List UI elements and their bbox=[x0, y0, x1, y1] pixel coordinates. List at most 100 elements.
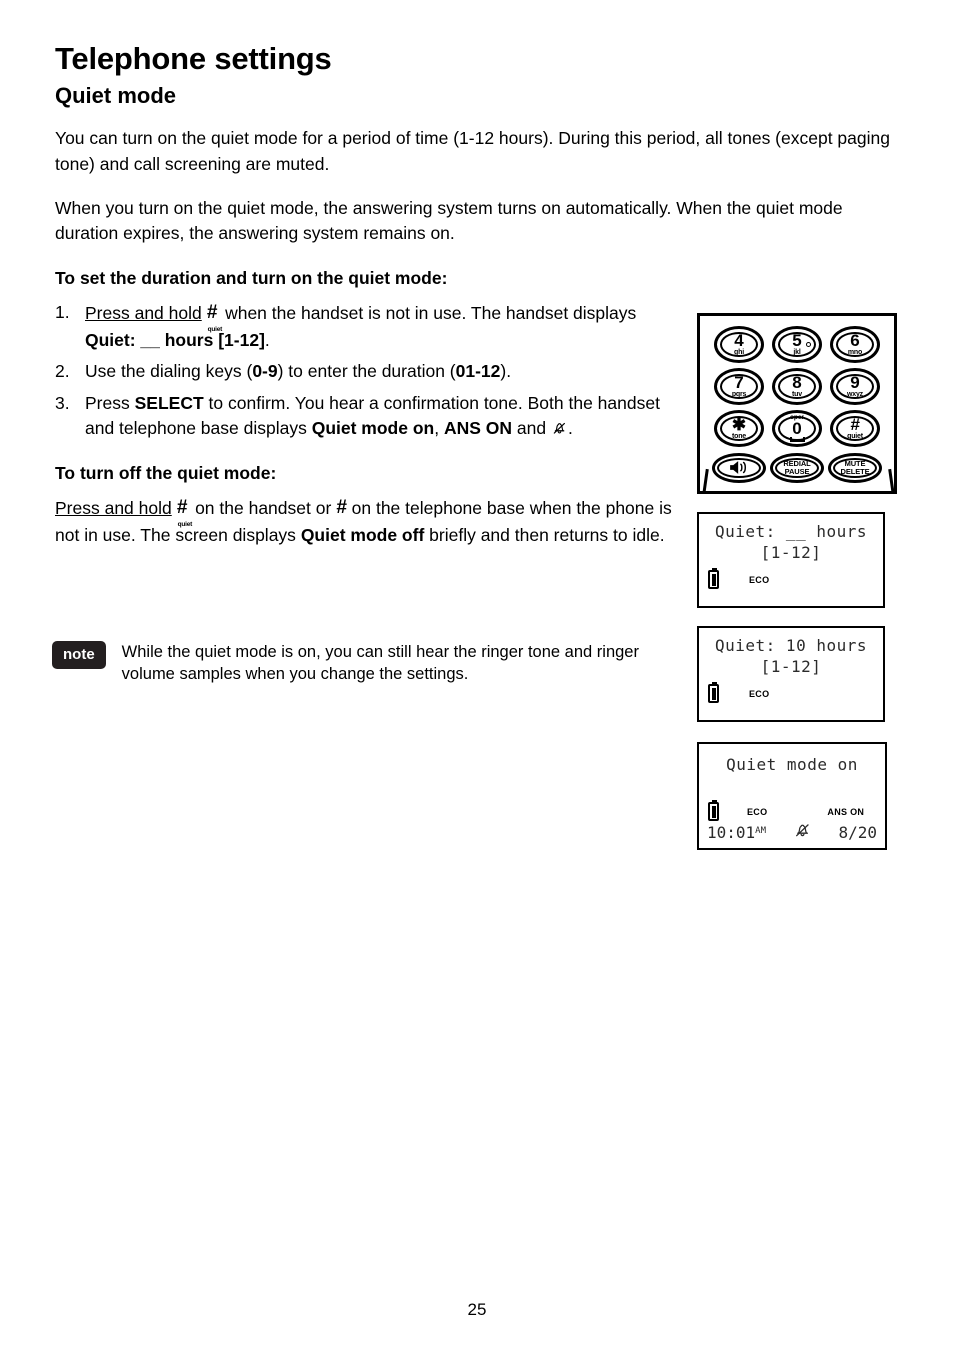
step-3-bold-ans-on: ANS ON bbox=[443, 418, 513, 439]
step-1-text-a: Press and hold bbox=[85, 302, 202, 323]
lcd-screen-1: Quiet: __ hours [1-12] ECO bbox=[697, 512, 885, 608]
note-text: While the quiet mode is on, you can stil… bbox=[121, 643, 639, 684]
keypad-key-0: oper 0 bbox=[772, 410, 822, 447]
battery-icon bbox=[708, 568, 719, 589]
lcd-screen-2: Quiet: 10 hours [1-12] ECO bbox=[697, 626, 885, 722]
text-column: Telephone settings Quiet mode You can tu… bbox=[55, 41, 890, 548]
set-duration-heading: To set the duration and turn on the quie… bbox=[55, 268, 448, 289]
turn-off-paragraph: Press and hold # quiet on the handset or … bbox=[55, 495, 695, 549]
lcd-3-bottom-row: 10:01AM 8/20 bbox=[699, 821, 885, 843]
step-2-text-a: Use the dialing keys ( bbox=[85, 361, 253, 382]
key-digit: 9 bbox=[850, 372, 860, 392]
turn-off-bold-display: Quiet mode off bbox=[300, 524, 425, 545]
keypad-diagram: 4 ghi 5 jkl 6 mno 7 pqrs 8 tuv 9 wxyz ✱ … bbox=[697, 313, 897, 494]
intro-paragraph-2: When you turn on the quiet mode, the ans… bbox=[55, 197, 843, 244]
lcd-1-line-1: Quiet: __ hours bbox=[715, 522, 867, 541]
note-block: note While the quiet mode is on, you can… bbox=[52, 641, 672, 686]
keypad-key-6: 6 mno bbox=[830, 326, 880, 363]
set-duration-steps: 1. Press and hold # quiet when the handset… bbox=[55, 300, 675, 442]
page-title: Telephone settings bbox=[55, 41, 332, 76]
key-digit: 8 bbox=[792, 372, 802, 392]
lcd-1-line-2: [1-12] bbox=[760, 542, 822, 562]
key-letters: quiet bbox=[847, 433, 863, 441]
key-digit: 5 bbox=[792, 330, 802, 350]
eco-indicator: ECO bbox=[749, 574, 770, 585]
message-count: 8/20 bbox=[838, 822, 877, 842]
key-digit: 4 bbox=[734, 330, 744, 350]
key-letters: wxyz bbox=[847, 391, 863, 399]
key-letters: ghi bbox=[734, 349, 744, 357]
document-page: Telephone settings Quiet mode You can tu… bbox=[0, 0, 954, 1354]
lcd-2-status-row: ECO bbox=[699, 682, 883, 703]
step-3-text-d: . bbox=[567, 418, 573, 439]
bell-crossed-icon bbox=[551, 418, 568, 434]
keypad-key-7: 7 pqrs bbox=[714, 368, 764, 405]
illustration-column: 4 ghi 5 jkl 6 mno 7 pqrs 8 tuv 9 wxyz ✱ … bbox=[697, 313, 909, 850]
key-letters: tuv bbox=[792, 391, 802, 399]
lcd-3-line-1: Quiet mode on bbox=[726, 755, 858, 774]
keypad-key-star: ✱ tone bbox=[714, 410, 764, 447]
battery-icon bbox=[708, 800, 719, 821]
turn-off-text-d: briefly and then returns to idle. bbox=[429, 524, 665, 545]
page-number: 25 bbox=[467, 1300, 487, 1319]
battery-icon bbox=[708, 682, 719, 703]
key-letters: mno bbox=[847, 349, 863, 357]
key-space-bar-icon bbox=[789, 436, 805, 442]
lcd-2-line-1: Quiet: 10 hours bbox=[715, 636, 867, 655]
keypad-key-hash-quiet: # quiet bbox=[830, 410, 880, 447]
mute-delete-label: MUTE DELETE bbox=[840, 459, 870, 476]
lcd-1-status-row: ECO bbox=[699, 568, 883, 589]
eco-indicator: ECO bbox=[747, 806, 768, 817]
step-3-bold-quiet-mode-on: Quiet mode on bbox=[311, 418, 435, 439]
eco-indicator: ECO bbox=[749, 688, 770, 699]
keypad-key-9: 9 wxyz bbox=[830, 368, 880, 405]
hash-key-icon: # bbox=[336, 496, 347, 518]
lcd-2-line-2: [1-12] bbox=[760, 656, 822, 676]
keypad-inner: 4 ghi 5 jkl 6 mno 7 pqrs 8 tuv 9 wxyz ✱ … bbox=[700, 316, 894, 491]
step-3-text-a: Press bbox=[85, 392, 130, 413]
ans-on-indicator: ANS ON bbox=[827, 806, 865, 817]
step-2-bold-keys: 0-9 bbox=[252, 361, 278, 382]
key-letters: jkl bbox=[793, 349, 801, 357]
step-3-number: 3. bbox=[55, 392, 70, 413]
key-digit: ✱ bbox=[731, 414, 747, 434]
key-digit: 0 bbox=[792, 418, 802, 438]
step-3-separator: , bbox=[434, 418, 440, 439]
step-2-bold-range: 01-12 bbox=[455, 361, 501, 382]
step-2-text-c: ). bbox=[500, 361, 512, 382]
key-digit: # bbox=[850, 414, 860, 434]
step-2: 2. Use the dialing keys (0-9) to enter th… bbox=[55, 359, 675, 385]
key-nib-dot-icon bbox=[806, 342, 811, 347]
lcd-screen-3: Quiet mode on ECO ANS ON 10:01AM 8/20 bbox=[697, 742, 887, 850]
key-digit: 6 bbox=[850, 330, 860, 350]
bell-crossed-icon-lcd bbox=[793, 821, 812, 843]
step-1-text-b: when the handset is not in use. The hand… bbox=[225, 302, 637, 323]
step-3-bold-select: SELECT bbox=[134, 392, 204, 413]
step-2-number: 2. bbox=[55, 361, 70, 382]
note-badge: note bbox=[52, 641, 106, 669]
turn-off-text-b: on the handset or bbox=[195, 497, 332, 518]
step-2-text-b: ) to enter the duration ( bbox=[277, 361, 456, 382]
keypad-key-4: 4 ghi bbox=[714, 326, 764, 363]
section-title: Quiet mode bbox=[55, 83, 177, 109]
step-3: 3. Press SELECT to confirm. You hear a co… bbox=[55, 391, 675, 442]
speaker-icon bbox=[727, 460, 751, 477]
redial-pause-label: REDIAL PAUSE bbox=[783, 459, 811, 476]
lcd-3-status-row: ECO ANS ON bbox=[699, 800, 885, 821]
step-1-text-c: . bbox=[264, 329, 270, 350]
step-3-text-c: and bbox=[516, 418, 547, 439]
step-1-number: 1. bbox=[55, 301, 70, 322]
hash-quiet-key-icon: # quiet bbox=[206, 301, 223, 334]
key-letters: pqrs bbox=[731, 391, 747, 399]
hash-quiet-key-icon-2: # quiet bbox=[176, 496, 193, 528]
key-digit: 7 bbox=[734, 372, 744, 392]
step-1: 1. Press and hold # quiet when the handset… bbox=[55, 300, 675, 353]
intro-paragraph-1: You can turn on the quiet mode for a per… bbox=[55, 128, 890, 174]
keypad-key-8: 8 tuv bbox=[772, 368, 822, 405]
key-letters: tone bbox=[732, 433, 746, 441]
turn-off-heading: To turn off the quiet mode: bbox=[55, 462, 277, 483]
turn-off-text-a: Press and hold bbox=[55, 497, 172, 518]
clock-time: 10:01AM bbox=[707, 822, 767, 842]
keypad-key-5: 5 jkl bbox=[772, 326, 822, 363]
step-1-bold-display: Quiet: __ hours [1-12] bbox=[85, 329, 265, 350]
